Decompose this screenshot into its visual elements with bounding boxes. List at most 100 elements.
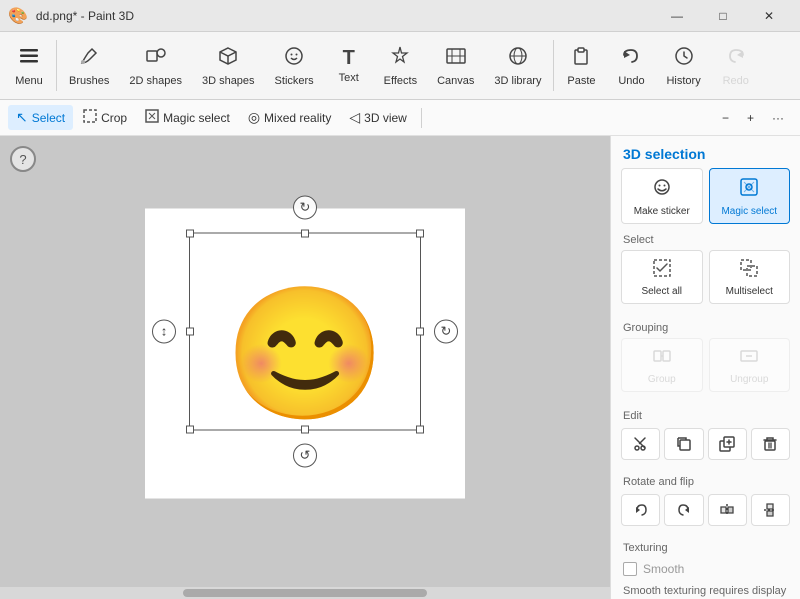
emoji-display: 😊 bbox=[224, 288, 386, 418]
group-btn[interactable]: Group bbox=[621, 338, 703, 392]
menu-label: Menu bbox=[15, 75, 43, 87]
ungroup-icon bbox=[740, 347, 758, 370]
flip-horizontal-btn[interactable] bbox=[708, 494, 747, 526]
rotate-right-btn[interactable] bbox=[664, 494, 703, 526]
section-texturing-label: Texturing bbox=[611, 536, 800, 558]
toolbar-history[interactable]: History bbox=[656, 32, 710, 99]
action-zoom-plus[interactable]: + bbox=[739, 107, 762, 129]
multiselect-icon bbox=[740, 259, 758, 282]
action-zoom-minus[interactable]: − bbox=[714, 107, 737, 129]
right-panel: 3D selection Make sticker bbox=[610, 136, 800, 599]
toolbar-2dshapes[interactable]: 2D shapes bbox=[119, 32, 192, 99]
panel-magic-select-btn[interactable]: Magic select bbox=[709, 168, 791, 224]
rotate-icons-row bbox=[611, 492, 800, 528]
handle-bottom-right[interactable] bbox=[416, 425, 424, 433]
canvas-label: Canvas bbox=[437, 75, 474, 87]
canvas-area[interactable]: ? 😊 ↻ ↺ ↕ ↻ bbox=[0, 136, 610, 599]
toolbar-3dshapes[interactable]: 3D shapes bbox=[192, 32, 265, 99]
action-magic-select-label: Magic select bbox=[163, 111, 230, 125]
toolbar-divider-1 bbox=[56, 40, 57, 91]
duplicate-btn[interactable] bbox=[708, 428, 747, 460]
brushes-icon bbox=[78, 45, 100, 71]
title-bar-left: 🎨 dd.png* - Paint 3D bbox=[8, 6, 134, 26]
rotate-handle-bottom[interactable]: ↺ bbox=[293, 443, 317, 467]
paste-label: Paste bbox=[567, 75, 595, 87]
delete-btn[interactable] bbox=[751, 428, 790, 460]
canvas-scrollbar[interactable] bbox=[0, 587, 610, 599]
brushes-label: Brushes bbox=[69, 75, 109, 87]
toolbar-brushes[interactable]: Brushes bbox=[59, 32, 119, 99]
history-icon bbox=[673, 45, 695, 71]
toolbar-canvas[interactable]: Canvas bbox=[427, 32, 484, 99]
toolbar-3dlibrary[interactable]: 3D library bbox=[484, 32, 551, 99]
redo-label: Redo bbox=[723, 75, 749, 87]
toolbar-redo[interactable]: Redo bbox=[711, 32, 761, 99]
canvas-scrollbar-thumb bbox=[183, 589, 427, 597]
main-toolbar: Menu Brushes 2D shapes 3D shapes bbox=[0, 32, 800, 100]
multiselect-label: Multiselect bbox=[726, 286, 773, 297]
handle-bottom-left[interactable] bbox=[186, 425, 194, 433]
close-button[interactable]: ✕ bbox=[746, 0, 792, 32]
section-rotate-label: Rotate and flip bbox=[611, 470, 800, 492]
copy-btn[interactable] bbox=[664, 428, 703, 460]
toolbar-effects[interactable]: Effects bbox=[374, 32, 427, 99]
help-button[interactable]: ? bbox=[10, 146, 36, 172]
panel-top-buttons: Make sticker Magic select bbox=[611, 168, 800, 224]
select-all-btn[interactable]: Select all bbox=[621, 250, 703, 304]
toolbar-undo[interactable]: Undo bbox=[606, 32, 656, 99]
panel-magic-select-label: Magic select bbox=[721, 206, 777, 217]
toolbar-stickers[interactable]: Stickers bbox=[265, 32, 324, 99]
handle-mid-right[interactable] bbox=[416, 327, 424, 335]
multiselect-btn[interactable]: Multiselect bbox=[709, 250, 791, 304]
toolbar-text[interactable]: T Text bbox=[324, 32, 374, 99]
smooth-row: Smooth bbox=[611, 558, 800, 580]
panel-make-sticker-btn[interactable]: Make sticker bbox=[621, 168, 703, 224]
redo-icon bbox=[725, 45, 747, 71]
zoom-plus-icon: + bbox=[747, 111, 754, 125]
2dshapes-label: 2D shapes bbox=[129, 75, 182, 87]
action-more[interactable]: ··· bbox=[764, 107, 792, 129]
rotate-handle-right[interactable]: ↻ bbox=[434, 319, 458, 343]
handle-top-mid[interactable] bbox=[301, 229, 309, 237]
smooth-checkbox[interactable] bbox=[623, 562, 637, 576]
rotate-handle-left[interactable]: ↕ bbox=[152, 319, 176, 343]
section-edit-label: Edit bbox=[611, 404, 800, 426]
history-label: History bbox=[666, 75, 700, 87]
rotate-left-btn[interactable] bbox=[621, 494, 660, 526]
action-crop[interactable]: Crop bbox=[75, 105, 135, 130]
window-controls: — □ ✕ bbox=[654, 0, 792, 32]
panel-magic-select-icon bbox=[739, 177, 759, 202]
action-select[interactable]: ↖ Select bbox=[8, 105, 73, 130]
toolbar-divider-2 bbox=[553, 40, 554, 91]
maximize-button[interactable]: □ bbox=[700, 0, 746, 32]
canvas-icon bbox=[445, 45, 467, 71]
3dshapes-label: 3D shapes bbox=[202, 75, 255, 87]
section-grouping-label: Grouping bbox=[611, 316, 800, 338]
zoom-minus-icon: − bbox=[722, 111, 729, 125]
action-bar: ↖ Select Crop Magic select ◎ Mixed reali… bbox=[0, 100, 800, 136]
select-section-buttons: Select all Multiselect bbox=[611, 250, 800, 304]
app-icon: 🎨 bbox=[8, 6, 28, 26]
minimize-button[interactable]: — bbox=[654, 0, 700, 32]
flip-vertical-btn[interactable] bbox=[751, 494, 790, 526]
action-3d-view[interactable]: ◁ 3D view bbox=[341, 105, 414, 130]
text-icon: T bbox=[343, 48, 355, 68]
select-cursor-icon: ↖ bbox=[16, 109, 28, 126]
handle-top-left[interactable] bbox=[186, 229, 194, 237]
3d-view-icon: ◁ bbox=[349, 109, 360, 126]
handle-mid-left[interactable] bbox=[186, 327, 194, 335]
cut-btn[interactable] bbox=[621, 428, 660, 460]
ungroup-btn[interactable]: Ungroup bbox=[709, 338, 791, 392]
make-sticker-label: Make sticker bbox=[634, 206, 690, 217]
action-select-label: Select bbox=[32, 111, 65, 125]
texturing-info-text: Smooth texturing requires display qualit… bbox=[611, 580, 800, 599]
action-mixed-reality[interactable]: ◎ Mixed reality bbox=[240, 105, 340, 130]
action-divider-1 bbox=[421, 108, 422, 128]
handle-bottom-mid[interactable] bbox=[301, 425, 309, 433]
toolbar-paste[interactable]: Paste bbox=[556, 32, 606, 99]
rotate-handle-top[interactable]: ↻ bbox=[293, 195, 317, 219]
paste-icon bbox=[570, 45, 592, 71]
toolbar-menu[interactable]: Menu bbox=[4, 32, 54, 99]
action-magic-select[interactable]: Magic select bbox=[137, 105, 238, 130]
handle-top-right[interactable] bbox=[416, 229, 424, 237]
